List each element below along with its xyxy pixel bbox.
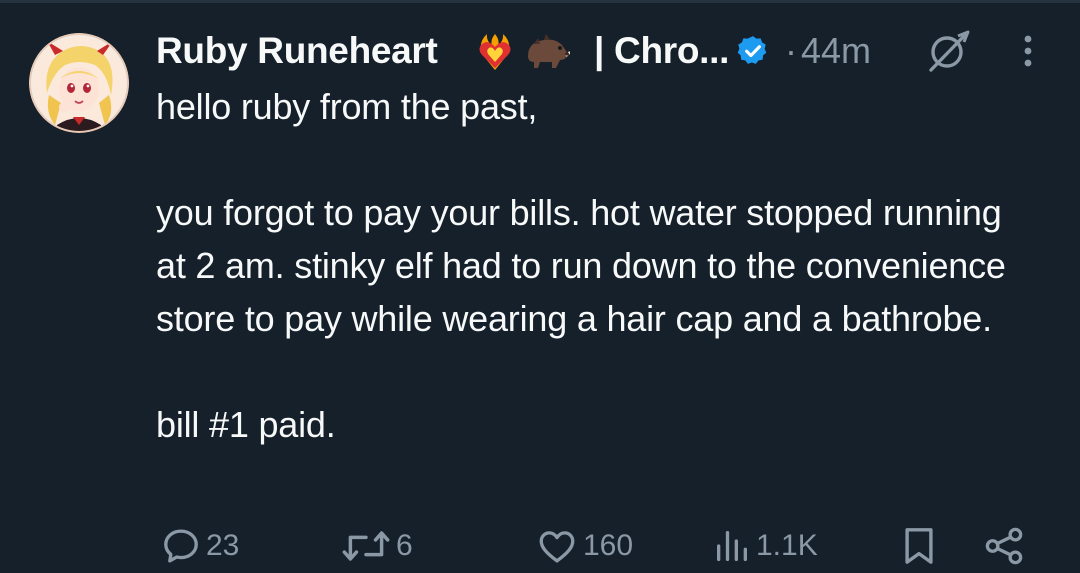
reply-icon (160, 525, 202, 567)
tweet-header: Ruby Runeheart | Chro... · 44m (156, 28, 1056, 74)
like-button[interactable]: 160 (535, 522, 633, 570)
heart-icon (535, 525, 579, 567)
repost-count: 6 (396, 529, 413, 562)
timestamp[interactable]: 44m (801, 28, 871, 74)
verified-badge-icon (736, 34, 770, 73)
repost-icon (340, 525, 392, 567)
tweet-paragraph: you forgot to pay your bills. hot water … (156, 192, 1006, 339)
share-button[interactable] (982, 522, 1026, 570)
views-button[interactable]: 1.1K (712, 522, 818, 570)
tweet-actions-bar: 23 6 160 1.1K (0, 522, 1080, 570)
like-count: 160 (583, 529, 634, 562)
author-display-name[interactable]: Ruby Runeheart (156, 28, 438, 74)
views-count: 1.1K (756, 529, 818, 562)
avatar[interactable] (29, 33, 129, 133)
tweet-paragraph: hello ruby from the past, (156, 86, 538, 127)
tweet-paragraph: bill #1 paid. (156, 404, 336, 445)
bookmark-button[interactable] (902, 522, 936, 570)
top-divider (0, 0, 1080, 3)
header-separator: · (785, 30, 797, 71)
analytics-bar-icon (712, 525, 752, 567)
author-name-suffix[interactable]: | Chro... (594, 28, 729, 74)
bookmark-icon (902, 525, 936, 567)
repost-button[interactable]: 6 (340, 522, 413, 570)
tweet-text: hello ruby from the past, you forgot to … (156, 80, 1036, 451)
more-options-icon[interactable] (1018, 33, 1038, 74)
share-icon (982, 525, 1026, 567)
heart-on-fire-emoji (474, 32, 516, 77)
boar-emoji (522, 32, 571, 77)
grok-icon[interactable] (926, 28, 972, 79)
reply-button[interactable]: 23 (160, 522, 239, 570)
reply-count: 23 (206, 529, 240, 562)
